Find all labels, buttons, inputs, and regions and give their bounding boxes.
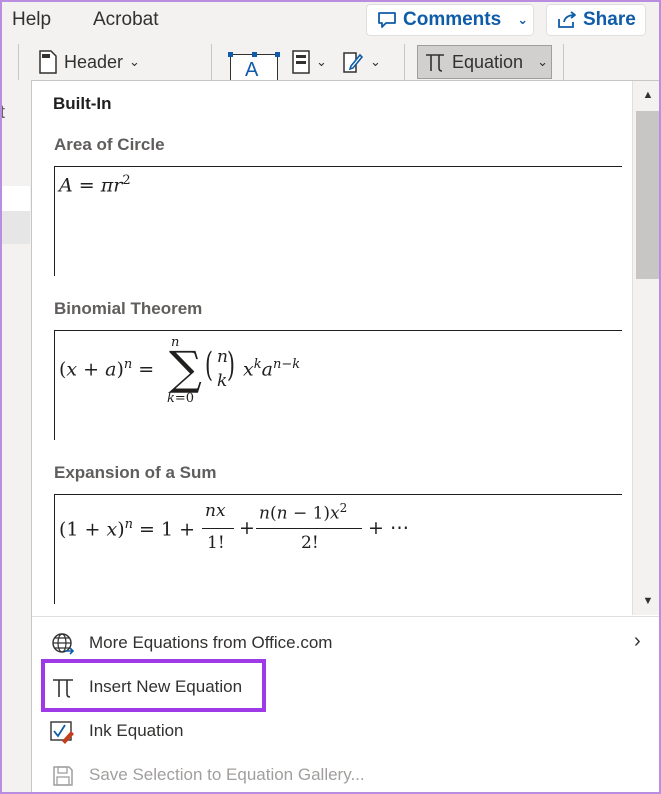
quick-parts-button[interactable]: ⌄: [292, 50, 327, 74]
chevron-down-icon[interactable]: ⌄: [537, 54, 548, 70]
header-button[interactable]: Header ⌄: [38, 50, 140, 74]
quick-parts-icon: [292, 50, 310, 74]
equation-preview-expansion-of-a-sum[interactable]: (1 + x)n = 1 + nx 1! + n(n − 1)x2 2! + ⋯: [54, 494, 622, 604]
chevron-down-icon: ⌄: [370, 54, 381, 69]
equation-ribbon-button[interactable]: Equation ⌄: [417, 45, 552, 79]
comments-button[interactable]: Comments ⌄: [366, 4, 534, 36]
more-equations-label: More Equations from Office.com: [89, 633, 333, 652]
save-selection-menu-item: Save Selection to Equation Gallery...: [32, 753, 661, 794]
ink-equation-icon: [50, 719, 76, 745]
header-label: Header: [64, 51, 124, 72]
scroll-up-icon[interactable]: ▲: [633, 81, 661, 109]
equation-gallery: Built-In Area of Circle A = πr2 Binomial…: [32, 81, 632, 615]
equation-title: Expansion of a Sum: [54, 463, 217, 482]
equation-formula: (x + a)n = n ∑ k=0 ( n k ) xkan−k: [59, 335, 301, 406]
tab-acrobat[interactable]: Acrobat: [93, 9, 158, 31]
signature-line-button[interactable]: ⌄: [342, 50, 381, 74]
chevron-down-icon: ⌄: [129, 54, 140, 69]
ribbon-divider: [563, 44, 564, 80]
scroll-thumb[interactable]: [636, 111, 659, 279]
globe-icon: [50, 631, 76, 657]
ribbon-divider: [18, 44, 19, 80]
equation-preview-area-of-circle[interactable]: A = πr2: [54, 166, 622, 276]
share-icon: [557, 11, 577, 29]
gallery-section-title: Built-In: [53, 94, 112, 113]
ribbon-stub-letter: t: [0, 102, 6, 122]
gallery-scrollbar[interactable]: ▲ ▼: [632, 81, 661, 615]
share-label: Share: [583, 9, 636, 30]
equation-ribbon-label: Equation: [452, 51, 524, 72]
equation-formula: (1 + x)n = 1 + nx 1! + n(n − 1)x2 2! + ⋯: [59, 501, 409, 553]
share-button[interactable]: Share: [546, 4, 646, 36]
save-selection-label: Save Selection to Equation Gallery...: [89, 765, 365, 784]
chevron-down-icon: ⌄: [316, 54, 327, 69]
ink-equation-label: Ink Equation: [89, 721, 184, 740]
pi-icon: [424, 51, 446, 73]
comment-icon: [377, 11, 397, 29]
header-icon: [38, 50, 58, 74]
save-icon: [50, 763, 76, 789]
document-page-edge: [0, 186, 30, 211]
comments-label: Comments: [403, 9, 502, 30]
equation-title: Area of Circle: [54, 135, 165, 154]
menu-divider: [32, 616, 661, 617]
chevron-right-icon: ›: [634, 630, 641, 652]
equation-title: Binomial Theorem: [54, 299, 203, 318]
chevron-down-icon[interactable]: ⌄: [517, 12, 528, 28]
menu-bar: Help Acrobat Comments ⌄ Share: [0, 0, 661, 40]
signature-icon: [342, 50, 364, 74]
ribbon-divider: [404, 44, 405, 80]
textbox-button[interactable]: A: [228, 52, 280, 82]
scroll-down-icon[interactable]: ▼: [633, 587, 661, 615]
ink-equation-menu-item[interactable]: Ink Equation: [32, 709, 661, 753]
insert-new-equation-highlight: [41, 659, 266, 712]
equation-formula: A = πr2: [59, 173, 131, 197]
equation-preview-binomial-theorem[interactable]: (x + a)n = n ∑ k=0 ( n k ) xkan−k: [54, 330, 622, 440]
textbox-icon: A: [245, 59, 259, 81]
tab-help[interactable]: Help: [12, 9, 51, 31]
ribbon-divider: [211, 44, 212, 80]
